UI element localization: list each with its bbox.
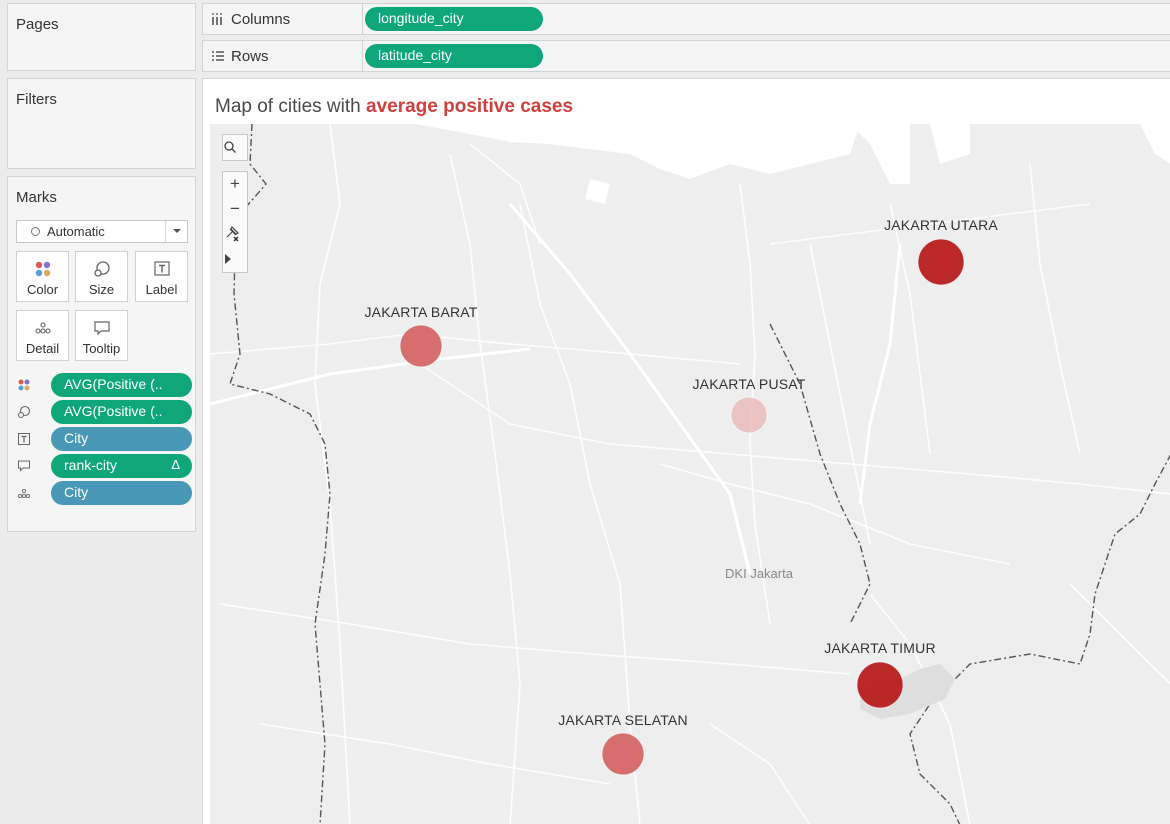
columns-shelf[interactable]: Columns longitude_city (202, 3, 1170, 35)
color-button[interactable]: Color (16, 251, 69, 302)
pages-card[interactable]: Pages (7, 3, 196, 71)
map-background (210, 124, 1170, 824)
marks-card: Marks Automatic Color Size Label Detail … (7, 176, 196, 532)
detail-icon (17, 488, 31, 499)
city-label-jakarta-timur: JAKARTA TIMUR (824, 640, 936, 656)
size-button-label: Size (88, 282, 115, 297)
mark-field-tooltip: rank-city Δ (15, 454, 192, 478)
chevron-down-icon[interactable] (165, 221, 187, 242)
search-icon[interactable] (223, 135, 247, 160)
city-label-jakarta-selatan: JAKARTA SELATAN (558, 712, 688, 728)
size-icon (94, 261, 110, 277)
city-label-pill[interactable]: City (51, 427, 192, 451)
rank-city-pill-label: rank-city (64, 457, 117, 473)
map-canvas[interactable]: + − DKI Jakarta JAKARTA UTARA JAKARTA BA… (210, 124, 1170, 824)
mark-field-size: AVG(Positive (.. (15, 400, 192, 424)
color-icon (35, 261, 51, 277)
avg-positive-color-pill[interactable]: AVG(Positive (.. (51, 373, 192, 397)
latitude-city-pill[interactable]: latitude_city (365, 44, 543, 68)
columns-icon (212, 13, 222, 25)
color-icon (18, 379, 30, 391)
columns-label: Columns (231, 11, 291, 28)
detail-button[interactable]: Detail (16, 310, 69, 361)
city-label-jakarta-utara: JAKARTA UTARA (884, 217, 998, 233)
rows-shelf[interactable]: Rows latitude_city (202, 40, 1170, 72)
label-icon (154, 261, 170, 276)
rows-label: Rows (231, 48, 269, 65)
zoom-in-icon[interactable]: + (223, 172, 247, 197)
size-button[interactable]: Size (75, 251, 128, 302)
marks-title: Marks (16, 189, 57, 206)
avg-positive-size-pill[interactable]: AVG(Positive (.. (51, 400, 192, 424)
mark-type-label: Automatic (47, 224, 105, 239)
tooltip-icon (18, 460, 30, 472)
pages-title: Pages (16, 16, 59, 33)
longitude-city-pill[interactable]: longitude_city (365, 7, 543, 31)
filters-card[interactable]: Filters (7, 78, 196, 169)
mark-type-dropdown[interactable]: Automatic (16, 220, 188, 243)
city-label-jakarta-barat: JAKARTA BARAT (364, 304, 478, 320)
rank-city-tooltip-pill[interactable]: rank-city Δ (51, 454, 192, 478)
detail-button-label: Detail (25, 341, 60, 356)
label-icon (18, 433, 30, 445)
label-button-label: Label (145, 282, 178, 297)
shelf-divider (362, 4, 363, 34)
expand-icon[interactable] (223, 247, 247, 272)
tooltip-button-label: Tooltip (82, 341, 121, 356)
color-button-label: Color (26, 282, 59, 297)
size-icon (17, 405, 31, 419)
shelf-divider (362, 41, 363, 71)
label-button[interactable]: Label (135, 251, 188, 302)
map-zoom-toolbar: + − (222, 171, 248, 273)
view-title: Map of cities with average positive case… (215, 96, 573, 118)
filters-title: Filters (16, 91, 57, 108)
pin-icon[interactable] (223, 222, 247, 247)
mark-field-label: City (15, 427, 192, 451)
tooltip-button[interactable]: Tooltip (75, 310, 128, 361)
city-label-jakarta-pusat: JAKARTA PUSAT (692, 376, 806, 392)
mark-field-detail: City (15, 481, 192, 505)
worksheet-view: Map of cities with average positive case… (202, 78, 1170, 824)
delta-icon: Δ (171, 457, 180, 472)
city-detail-pill[interactable]: City (51, 481, 192, 505)
zoom-out-icon[interactable]: − (223, 197, 247, 222)
region-label: DKI Jakarta (725, 566, 793, 581)
circle-icon (31, 227, 40, 236)
view-title-highlight: average positive cases (366, 96, 574, 117)
rows-icon (212, 51, 224, 61)
map-search-tool[interactable] (222, 134, 248, 161)
mark-field-color: AVG(Positive (.. (15, 373, 192, 397)
view-title-prefix: Map of cities with (215, 96, 366, 117)
detail-icon (35, 322, 51, 334)
tooltip-icon (94, 321, 110, 336)
